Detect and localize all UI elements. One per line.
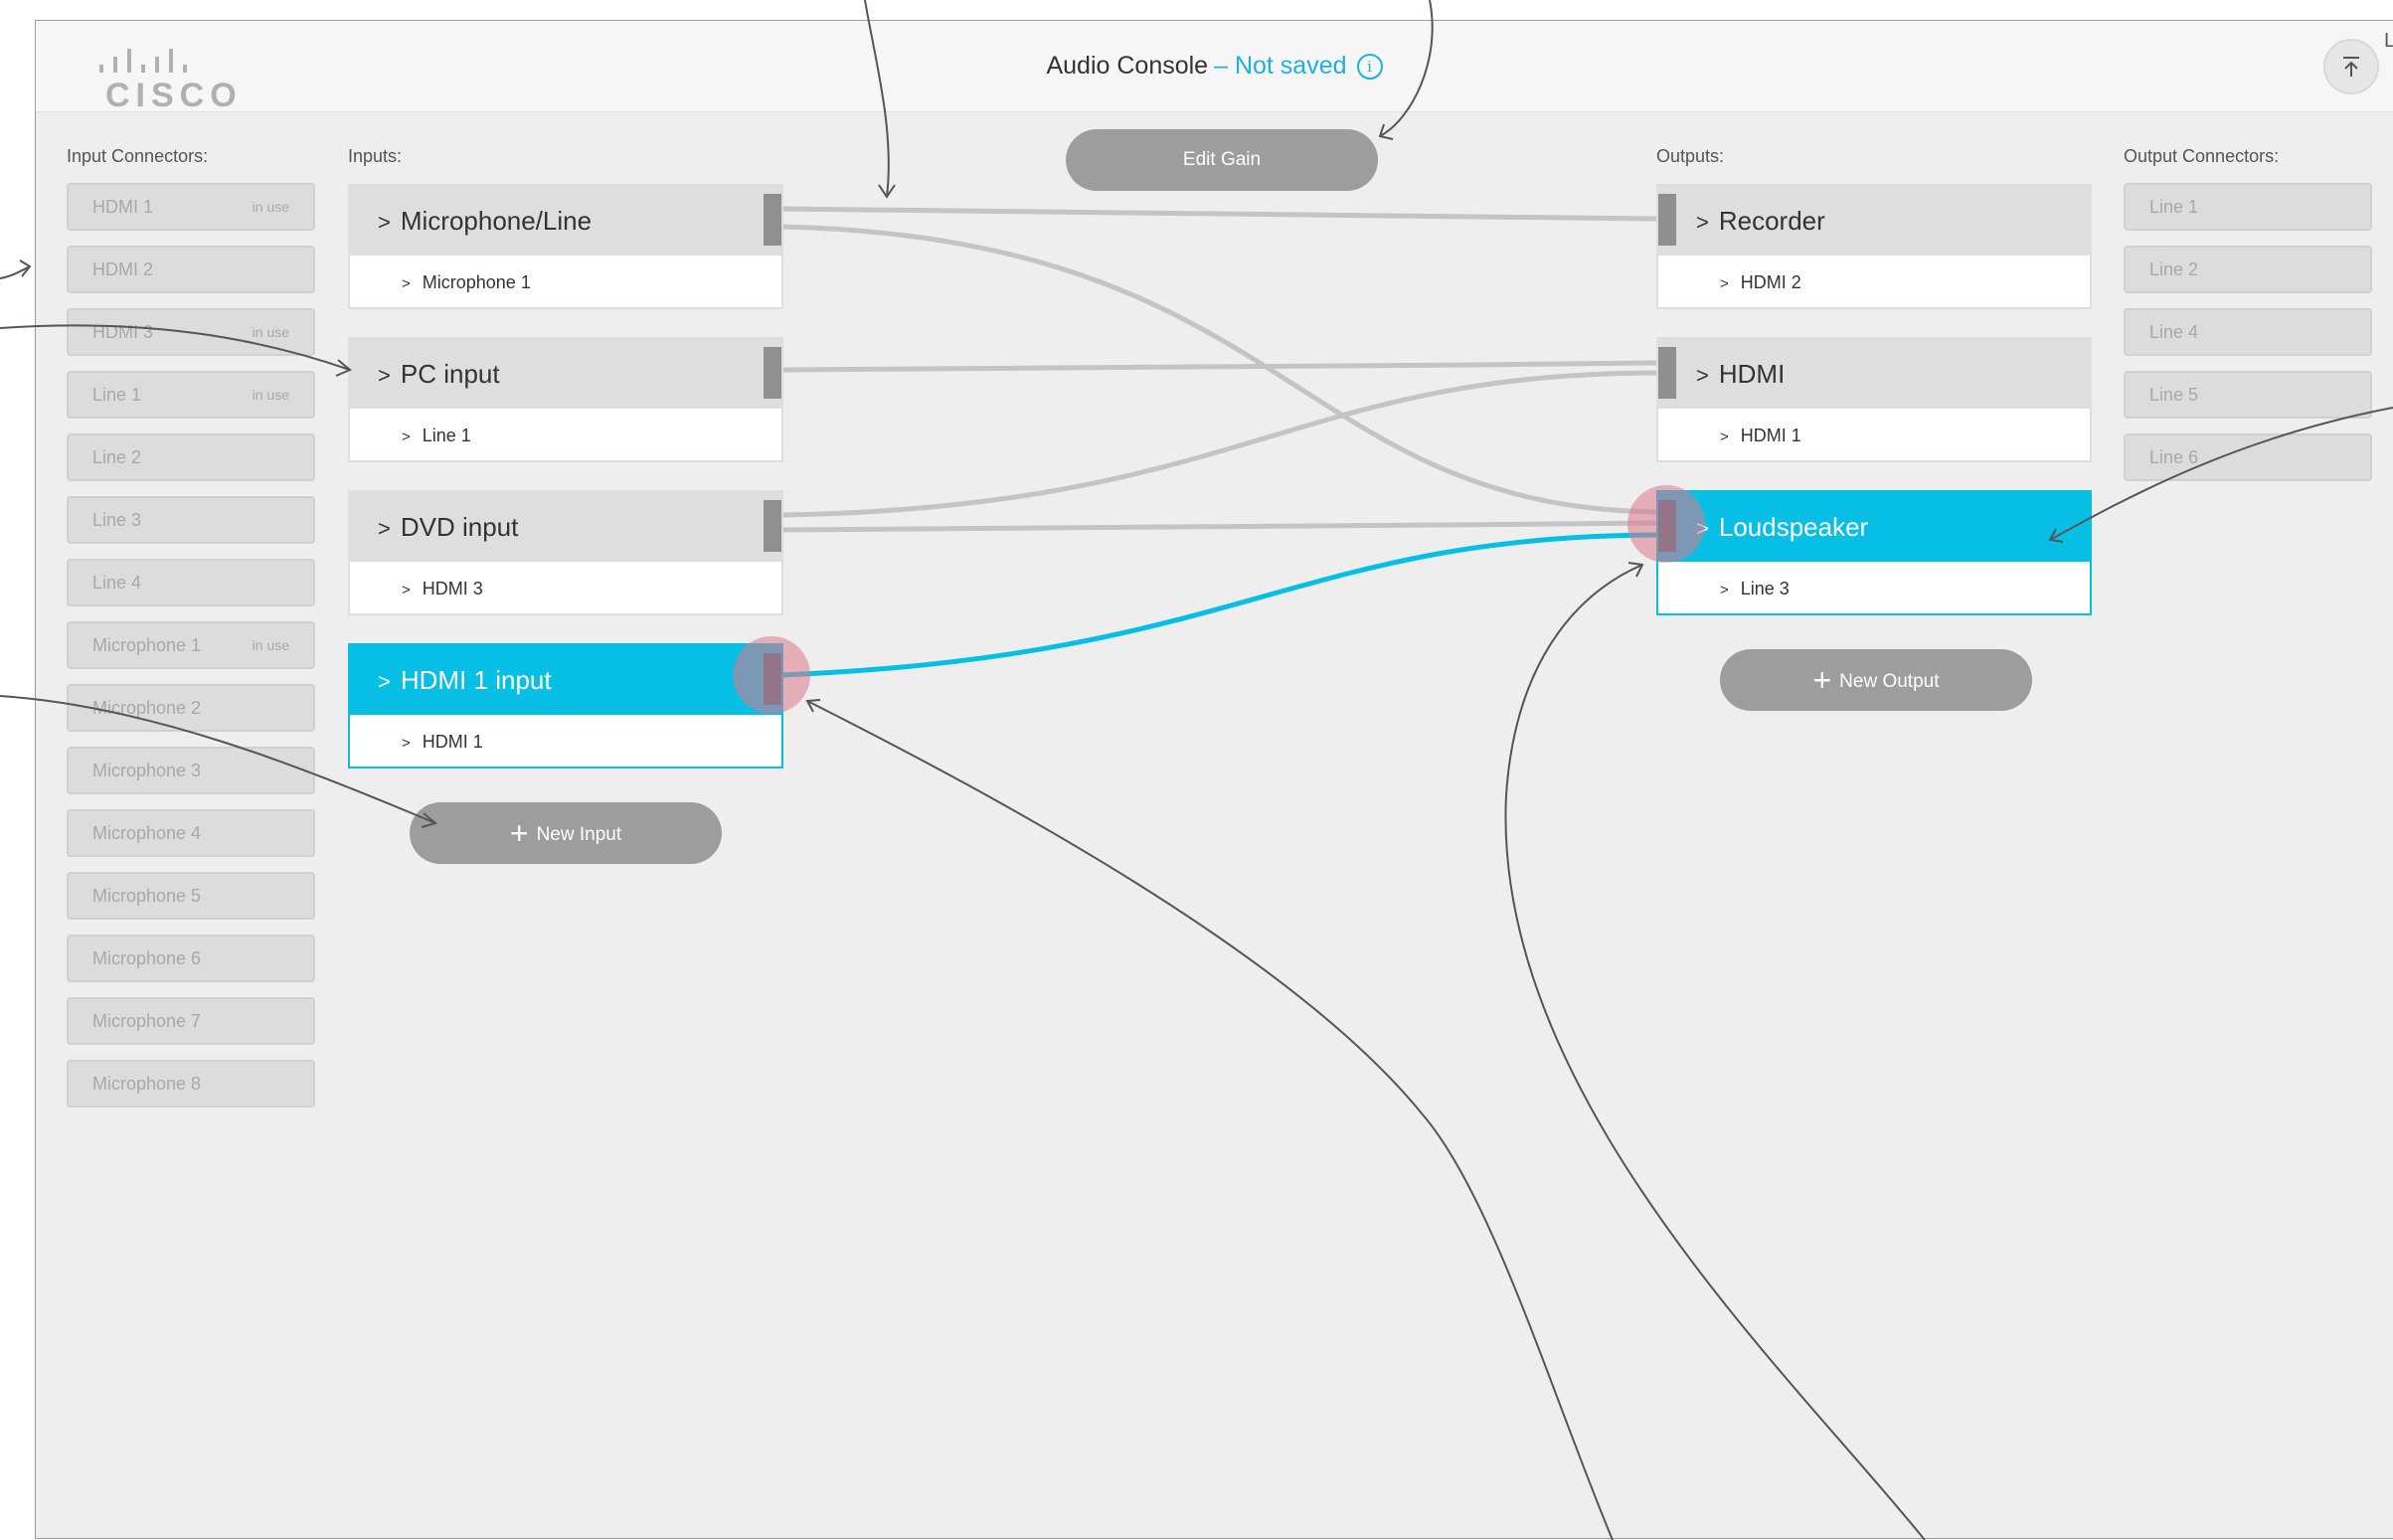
callout-selected-input-arrow <box>806 700 1614 1540</box>
annotation-arrows <box>0 0 2393 1540</box>
callout-selected-output-arrow <box>1504 564 1926 1540</box>
callout-wire-arrow <box>864 0 890 198</box>
callout-new-input-arrow <box>0 695 436 824</box>
callout-loudspeaker-arrow <box>2049 407 2393 541</box>
corner-fragment-text: L <box>2384 30 2393 52</box>
callout-pc-input-arrow <box>0 324 351 371</box>
callout-edit-gain-arrow <box>1379 0 1434 137</box>
